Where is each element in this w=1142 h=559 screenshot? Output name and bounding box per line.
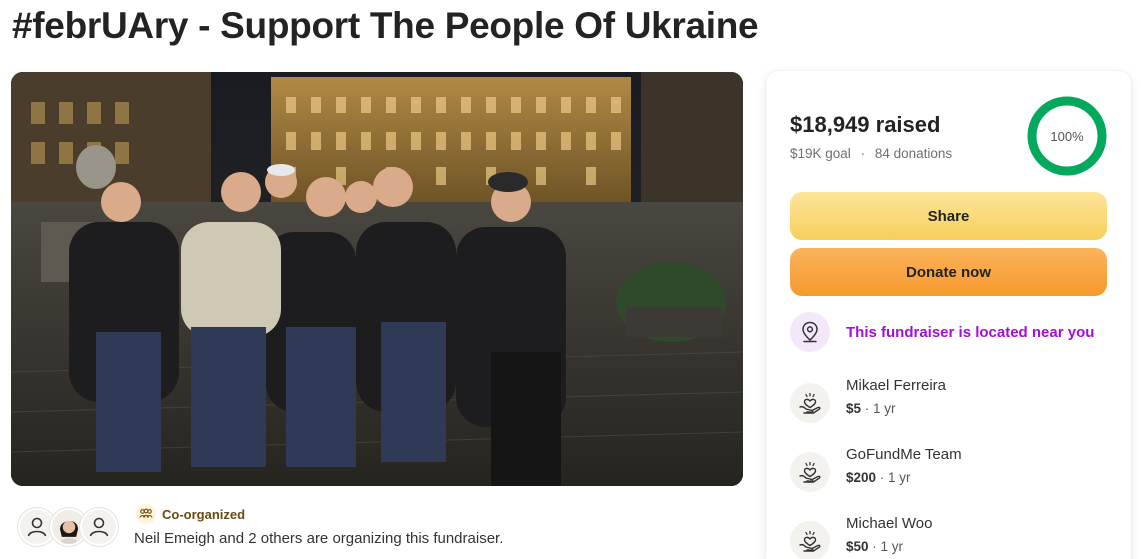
organizers-section: Co-organized Neil Emeigh and 2 others ar… [18,504,758,554]
heart-hand-icon [790,383,830,423]
donation-amount: $50 [846,539,869,554]
share-button[interactable]: Share [790,192,1107,240]
donation-amount: $200 [846,470,877,485]
location-pin-icon [790,312,830,352]
donation-time: 1 yr [888,470,911,485]
amount-raised: $18,949 raised [790,112,941,137]
donation-item: Mikael Ferreira $5 · 1 yr [790,377,1110,423]
donation-amount: $5 [846,401,862,416]
hero-photo [11,72,743,486]
organizer-avatars [18,508,122,548]
donation-item: Michael Woo $50 · 1 yr [790,515,1110,559]
progress-percent: 100% [1050,128,1084,144]
donor-name: Michael Woo [846,515,933,532]
donation-meta: $50 · 1 yr [846,539,903,554]
donation-sidebar: $18,949 raised $19K goal · 84 donations … [766,71,1131,559]
donation-time: 1 yr [880,539,904,554]
location-notice-text: This fundraiser is located near you [846,323,1095,341]
location-notice[interactable]: This fundraiser is located near you [790,311,1094,353]
donation-count: 84 donations [874,146,953,161]
heart-hand-icon [790,452,830,492]
fundraiser-hero-image[interactable] [11,72,743,486]
separator-dot: · [876,470,889,485]
separator-dot: · [860,146,866,161]
donation-meta: $5 · 1 yr [846,401,896,416]
goal-summary: $19K goal · 84 donations [790,146,952,161]
donation-item: GoFundMe Team $200 · 1 yr [790,446,1110,492]
donor-name: GoFundMe Team [846,446,962,463]
user-icon [27,517,47,537]
people-group-icon [136,504,156,524]
heart-hand-icon [790,521,830,559]
co-organized-label: Co-organized [162,506,246,522]
user-icon [89,517,109,537]
organizers-text[interactable]: Neil Emeigh and 2 others are organizing … [134,530,503,547]
co-organized-badge: Co-organized [136,504,245,524]
donation-meta: $200 · 1 yr [846,470,911,485]
donor-name: Mikael Ferreira [846,377,947,394]
donation-time: 1 yr [873,401,896,416]
goal-amount: $19K goal [790,146,851,161]
donate-now-button[interactable]: Donate now [790,248,1107,296]
avatar[interactable] [80,508,118,546]
separator-dot: · [861,401,874,416]
page-title: #febrUAry - Support The People Of Ukrain… [12,5,759,46]
separator-dot: · [868,539,881,554]
